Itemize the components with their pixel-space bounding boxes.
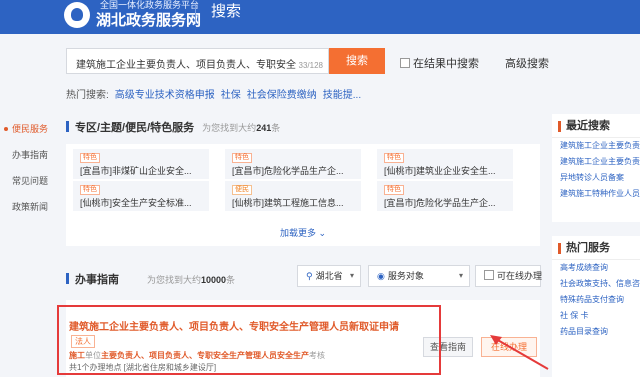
page-title: 搜索 bbox=[211, 3, 242, 20]
leftnav-item-faq[interactable]: 常见问题 bbox=[0, 168, 56, 194]
special-card[interactable]: 特色 [仙桃市]建筑业企业安全生... bbox=[377, 149, 513, 179]
hot-service-item[interactable]: 社会政策支持、信息咨询 bbox=[552, 276, 640, 292]
card-name[interactable]: [仙桃市]建筑工程施工信息... bbox=[232, 196, 360, 209]
card-tag: 特色 bbox=[384, 185, 404, 195]
user-icon: ◉ bbox=[377, 271, 385, 281]
recent-search-list: 建筑施工企业主要负责... 建筑施工企业主要负责... 异地转诊人员备案 建筑施… bbox=[552, 138, 640, 202]
hot-search-link[interactable]: 技能提... bbox=[323, 90, 361, 101]
leftnav-item-bianmin[interactable]: 便民服务 bbox=[0, 116, 56, 142]
region-filter-value: 湖北省 bbox=[315, 271, 343, 281]
recent-search-item[interactable]: 建筑施工企业主要负责... bbox=[552, 138, 640, 154]
card-tag: 便民 bbox=[232, 185, 252, 195]
special-card[interactable]: 特色 [仙桃市]安全生产安全标准... bbox=[73, 181, 209, 211]
card-name[interactable]: [仙桃市]建筑业企业安全生... bbox=[384, 164, 512, 177]
annotation-highlight-box bbox=[57, 305, 441, 375]
recent-search-title: 最近搜索 bbox=[552, 114, 640, 138]
online-filter-checkbox[interactable]: 可在线办理 bbox=[475, 265, 543, 287]
location-pin-icon: ⚲ bbox=[306, 271, 313, 281]
header-divider bbox=[195, 4, 196, 24]
hot-search-link[interactable]: 社会保险费缴纳 bbox=[247, 90, 317, 101]
hot-search-link[interactable]: 社保 bbox=[221, 90, 241, 101]
hot-searches: 热门搜索: 高级专业技术资格申报 社保 社会保险费缴纳 技能提... bbox=[66, 86, 361, 101]
region-filter-dropdown[interactable]: ⚲ 湖北省 ▾ bbox=[297, 265, 361, 287]
chevron-down-icon: ▾ bbox=[349, 271, 354, 280]
hubei-logo-icon[interactable] bbox=[64, 2, 90, 28]
checkbox-icon[interactable] bbox=[400, 58, 410, 68]
logo-title[interactable]: 湖北政务服务网 bbox=[96, 9, 201, 30]
top-header: 全国一体化政务服务平台 湖北政务服务网 搜索 bbox=[0, 0, 640, 34]
hot-search-link[interactable]: 高级专业技术资格申报 bbox=[115, 90, 215, 101]
search-input[interactable]: 建筑施工企业主要负责人、项目负责人、专职安全 33/128 bbox=[66, 48, 329, 74]
annotation-arrow-icon bbox=[490, 335, 549, 370]
recent-search-item[interactable]: 建筑施工企业主要负责... bbox=[552, 154, 640, 170]
special-card[interactable]: 特色 [宜昌市]危险化学品生产企... bbox=[225, 149, 361, 179]
hot-service-item[interactable]: 社 保 卡 bbox=[552, 308, 640, 324]
hot-service-item[interactable]: 药品目录查询 bbox=[552, 324, 640, 340]
advanced-search-link[interactable]: 高级搜索 bbox=[505, 55, 549, 71]
guide-section-title: 办事指南 bbox=[75, 274, 119, 286]
leftnav-item-guide[interactable]: 办事指南 bbox=[0, 142, 56, 168]
search-button[interactable]: 搜索 bbox=[329, 48, 385, 74]
hot-service-list: 高考成绩查询 社会政策支持、信息咨询 特殊药品支付查询 社 保 卡 药品目录查询 bbox=[552, 260, 640, 340]
load-more-button[interactable]: 加载更多 ⌄ bbox=[66, 226, 540, 239]
hot-service-item[interactable]: 特殊药品支付查询 bbox=[552, 292, 640, 308]
search-in-results-label: 在结果中搜索 bbox=[413, 58, 479, 70]
special-card[interactable]: 特色 [宜昌市]非煤矿山企业安全... bbox=[73, 149, 209, 179]
checkbox-icon[interactable] bbox=[484, 270, 494, 280]
target-filter-value: 服务对象 bbox=[387, 271, 424, 281]
card-tag: 特色 bbox=[80, 185, 100, 195]
card-tag: 特色 bbox=[232, 153, 252, 163]
hot-service-title: 热门服务 bbox=[552, 236, 640, 260]
guide-section-heading: 办事指南 为您找到大约10000条 bbox=[66, 271, 235, 287]
guide-result-count: 为您找到大约10000条 bbox=[147, 275, 236, 285]
hot-service-item[interactable]: 高考成绩查询 bbox=[552, 260, 640, 276]
hot-service-panel: 热门服务 高考成绩查询 社会政策支持、信息咨询 特殊药品支付查询 社 保 卡 药… bbox=[552, 236, 640, 377]
card-tag: 特色 bbox=[384, 153, 404, 163]
special-result-count: 为您找到大约241条 bbox=[202, 123, 281, 133]
search-char-count: 33/128 bbox=[298, 61, 323, 70]
special-section-heading: 专区/主题/便民/特色服务 为您找到大约241条 bbox=[66, 119, 280, 135]
chevron-down-icon: ▾ bbox=[458, 271, 463, 280]
recent-search-panel: 最近搜索 建筑施工企业主要负责... 建筑施工企业主要负责... 异地转诊人员备… bbox=[552, 114, 640, 222]
special-card[interactable]: 便民 [仙桃市]建筑工程施工信息... bbox=[225, 181, 361, 211]
search-input-value[interactable]: 建筑施工企业主要负责人、项目负责人、专职安全 bbox=[76, 56, 296, 71]
left-nav: 便民服务 办事指南 常见问题 政策新闻 bbox=[0, 116, 56, 220]
recent-search-item[interactable]: 建筑施工特种作业人员... bbox=[552, 186, 640, 202]
special-section-title: 专区/主题/便民/特色服务 bbox=[75, 122, 195, 134]
card-name[interactable]: [宜昌市]危险化学品生产企... bbox=[232, 164, 360, 177]
recent-search-item[interactable]: 异地转诊人员备案 bbox=[552, 170, 640, 186]
card-tag: 特色 bbox=[80, 153, 100, 163]
search-in-results-checkbox[interactable]: 在结果中搜索 bbox=[400, 55, 479, 71]
card-name[interactable]: [仙桃市]安全生产安全标准... bbox=[80, 196, 208, 209]
leftnav-item-policy[interactable]: 政策新闻 bbox=[0, 194, 56, 220]
card-name[interactable]: [宜昌市]非煤矿山企业安全... bbox=[80, 164, 208, 177]
card-name[interactable]: [宜昌市]危险化学品生产企... bbox=[384, 196, 512, 209]
hot-searches-label: 热门搜索: bbox=[66, 90, 109, 101]
online-filter-label: 可在线办理 bbox=[497, 271, 543, 281]
special-cards-panel: 特色 [宜昌市]非煤矿山企业安全... 特色 [宜昌市]危险化学品生产企... 特色… bbox=[66, 144, 540, 246]
target-filter-dropdown[interactable]: ◉ 服务对象 ▾ bbox=[368, 265, 470, 287]
special-card[interactable]: 特色 [宜昌市]危险化学品生产企... bbox=[377, 181, 513, 211]
